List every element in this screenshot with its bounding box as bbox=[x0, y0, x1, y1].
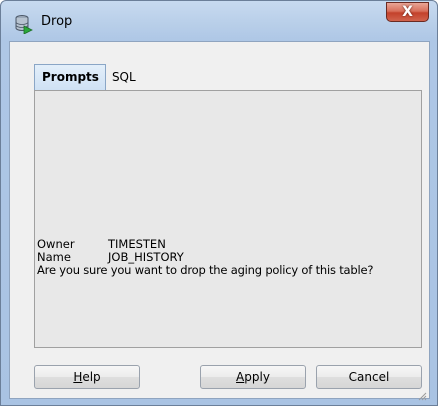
apply-button[interactable]: Apply bbox=[200, 365, 306, 389]
help-label-rest: elp bbox=[82, 370, 101, 384]
tab-sql[interactable]: SQL bbox=[106, 64, 142, 90]
close-icon: X bbox=[402, 4, 413, 20]
tab-prompts[interactable]: Prompts bbox=[34, 64, 106, 90]
close-button[interactable]: X bbox=[386, 2, 429, 22]
help-mnemonic: H bbox=[73, 370, 83, 384]
window-title: Drop bbox=[41, 14, 73, 29]
owner-row: Owner TIMESTEN bbox=[37, 238, 373, 251]
cancel-button[interactable]: Cancel bbox=[316, 365, 422, 389]
tab-strip: Prompts SQL bbox=[34, 64, 142, 90]
apply-label-rest: pply bbox=[244, 370, 270, 384]
database-drop-icon bbox=[15, 14, 33, 35]
button-bar: Help Apply Cancel bbox=[34, 365, 422, 389]
prompts-panel: Owner TIMESTEN Name JOB_HISTORY Are you … bbox=[34, 90, 422, 348]
drop-dialog-window: Drop X Prompts SQL Owner TIMESTEN Name J… bbox=[0, 0, 438, 406]
resize-grip-icon[interactable] bbox=[417, 386, 427, 401]
confirmation-question: Are you sure you want to drop the aging … bbox=[37, 263, 374, 277]
dialog-content: Prompts SQL Owner TIMESTEN Name JOB_HIST… bbox=[9, 41, 430, 401]
prompt-info: Owner TIMESTEN Name JOB_HISTORY Are you … bbox=[37, 238, 373, 277]
title-bar[interactable]: Drop X bbox=[1, 1, 437, 41]
help-button[interactable]: Help bbox=[34, 365, 140, 389]
